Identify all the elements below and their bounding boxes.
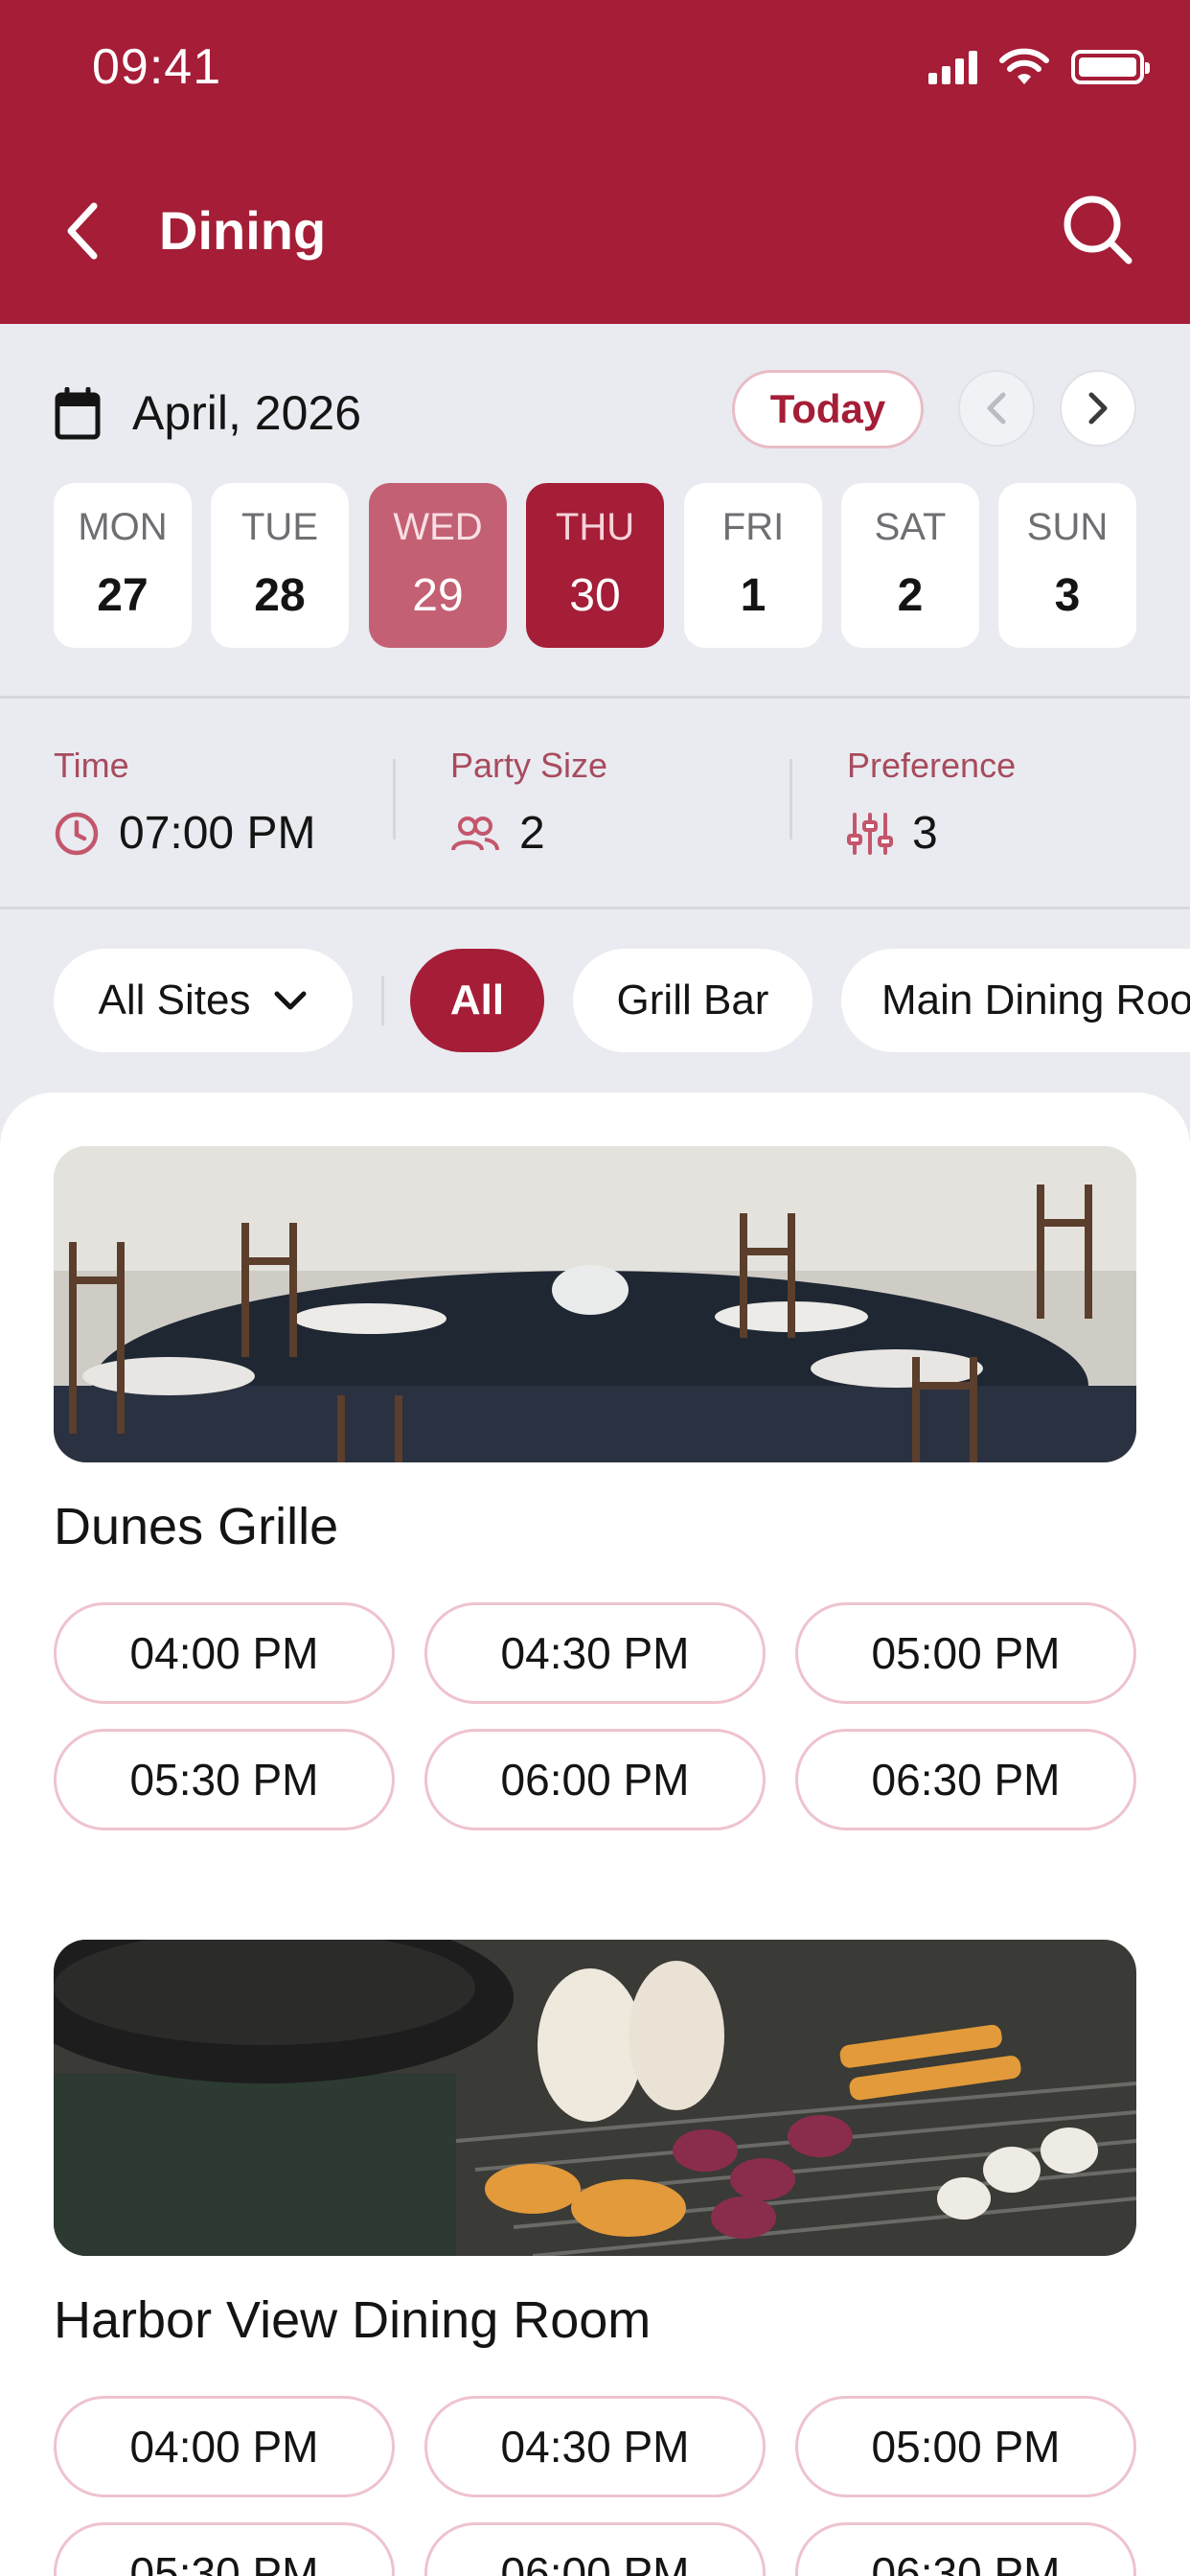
restaurant-photo[interactable]: [54, 1940, 1136, 2256]
time-slot[interactable]: 05:30 PM: [54, 2522, 395, 2576]
time-label: Time: [54, 746, 129, 785]
chevron-left-icon: [987, 392, 1006, 425]
restaurant-card-dunes-grille: Dunes Grille 04:00 PM 04:30 PM 05:00 PM …: [54, 1146, 1136, 1913]
time-slot[interactable]: 04:30 PM: [424, 1602, 766, 1704]
day-name: SAT: [874, 506, 947, 548]
time-slot[interactable]: 05:00 PM: [795, 2396, 1136, 2497]
chevron-right-icon: [1088, 392, 1108, 425]
time-slot[interactable]: 04:00 PM: [54, 1602, 395, 1704]
day-number: 30: [569, 570, 621, 621]
dining-room-photo: [54, 1146, 1136, 1462]
preference-value: 3: [912, 808, 938, 859]
people-icon: [451, 816, 499, 851]
option-separator: [790, 759, 792, 840]
chevron-left-icon: [67, 202, 98, 260]
app-header: 09:41 Dining: [0, 0, 1190, 324]
restaurant-name: Harbor View Dining Room: [54, 2291, 652, 2349]
time-slot[interactable]: 05:00 PM: [795, 1602, 1136, 1704]
month-label: April, 2026: [132, 386, 362, 440]
back-button[interactable]: [61, 197, 119, 264]
day-number: 28: [254, 570, 306, 621]
battery-icon: [1071, 50, 1150, 84]
chip-main-dining-room[interactable]: Main Dining Room: [841, 949, 1190, 1052]
day-name: WED: [393, 506, 483, 548]
day-number: 29: [412, 570, 464, 621]
party-size-value-row: 2: [450, 807, 545, 860]
day-mon[interactable]: MON 27: [54, 483, 192, 648]
status-time: 09:41: [92, 39, 222, 95]
party-size-label: Party Size: [450, 746, 608, 785]
chip-grill-bar[interactable]: Grill Bar: [573, 949, 812, 1052]
preference-label: Preference: [847, 746, 1017, 785]
divider: [0, 907, 1190, 909]
day-sun[interactable]: SUN 3: [998, 483, 1136, 648]
status-icons: [928, 48, 1150, 86]
option-separator: [393, 759, 396, 840]
party-size-value: 2: [519, 808, 545, 859]
search-icon: [1064, 196, 1133, 264]
filter-chips: All Sites All Grill Bar Main Dining Room: [54, 949, 1190, 1052]
clock-icon: [55, 812, 99, 855]
time-slot[interactable]: 06:00 PM: [424, 2522, 766, 2576]
restaurant-name: Dunes Grille: [54, 1498, 339, 1555]
grill-photo: [54, 1940, 1136, 2256]
divider: [0, 696, 1190, 699]
time-slot[interactable]: 06:00 PM: [424, 1729, 766, 1830]
calendar-icon: [55, 387, 101, 440]
restaurant-photo[interactable]: [54, 1146, 1136, 1462]
day-name: THU: [555, 506, 635, 548]
signal-icon: [928, 50, 977, 84]
time-slot[interactable]: 04:30 PM: [424, 2396, 766, 2497]
day-number: 3: [1054, 570, 1081, 621]
day-sat[interactable]: SAT 2: [841, 483, 979, 648]
day-wed[interactable]: WED 29: [369, 483, 507, 648]
day-selector: MON 27 TUE 28 WED 29 THU 30 FRI 1 SAT 2 …: [54, 483, 1136, 648]
results-sheet: Dunes Grille 04:00 PM 04:30 PM 05:00 PM …: [0, 1092, 1190, 2576]
day-name: FRI: [721, 506, 785, 548]
next-week-button[interactable]: [1060, 370, 1136, 447]
day-number: 2: [897, 570, 924, 621]
day-tue[interactable]: TUE 28: [211, 483, 349, 648]
time-slot[interactable]: 06:30 PM: [795, 1729, 1136, 1830]
today-button[interactable]: Today: [732, 370, 924, 448]
chip-separator: [381, 976, 384, 1025]
previous-week-button[interactable]: [958, 370, 1035, 447]
day-name: TUE: [241, 506, 318, 548]
day-fri[interactable]: FRI 1: [684, 483, 822, 648]
time-value: 07:00 PM: [119, 808, 316, 859]
page-title: Dining: [159, 200, 327, 261]
time-slot[interactable]: 05:30 PM: [54, 1729, 395, 1830]
time-value-row: 07:00 PM: [54, 807, 315, 860]
day-thu[interactable]: THU 30: [526, 483, 664, 648]
time-slot[interactable]: 04:00 PM: [54, 2396, 395, 2497]
restaurant-card-harbor-view: Harbor View Dining Room 04:00 PM 04:30 P…: [54, 1940, 1136, 2576]
day-name: SUN: [1026, 506, 1109, 548]
chevron-down-icon: [274, 991, 307, 1010]
status-bar: 09:41: [0, 0, 1190, 134]
all-sites-label: All Sites: [98, 977, 251, 1024]
day-number: 27: [97, 570, 149, 621]
preference-value-row: 3: [847, 807, 938, 860]
day-number: 1: [740, 570, 767, 621]
time-slot[interactable]: 06:30 PM: [795, 2522, 1136, 2576]
chip-all[interactable]: All: [410, 949, 544, 1052]
sliders-icon: [847, 812, 893, 855]
date-header: April, 2026 Today: [54, 370, 1136, 452]
wifi-icon: [999, 48, 1049, 84]
all-sites-dropdown[interactable]: All Sites: [54, 949, 353, 1052]
search-button[interactable]: [1060, 192, 1136, 268]
day-name: MON: [78, 506, 168, 548]
